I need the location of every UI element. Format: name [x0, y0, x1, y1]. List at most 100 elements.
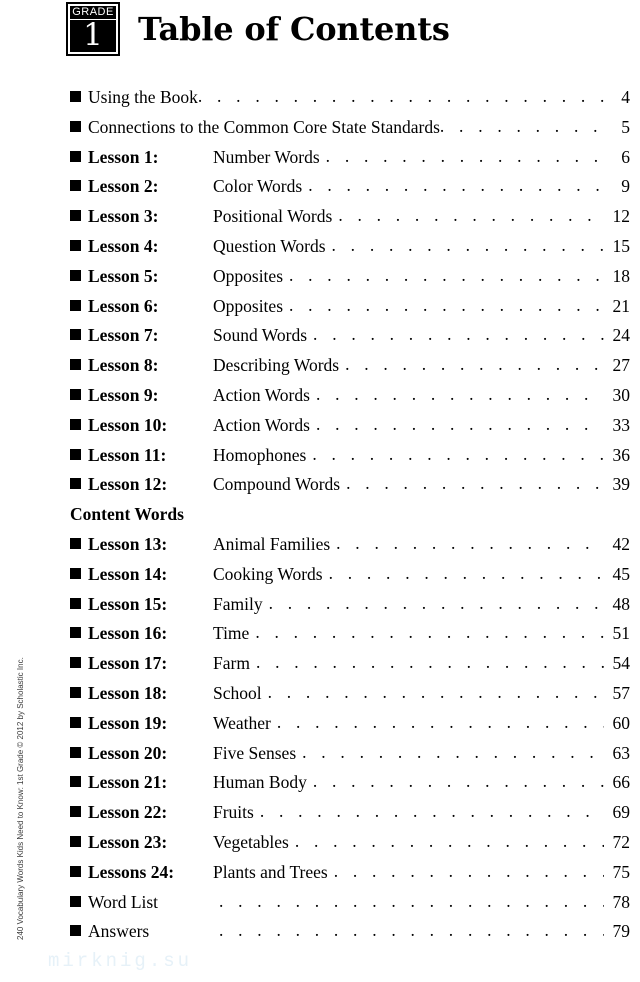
- dot-leader: . . . . . . . . . . . . . . . . . . . . …: [338, 205, 604, 226]
- toc-entry-title: Action Words: [213, 384, 310, 405]
- dot-leader: . . . . . . . . . . . . . . . . . . . . …: [219, 890, 604, 911]
- dot-leader: . . . . . . . . . . . . . . . . . . . . …: [255, 652, 604, 673]
- toc-page-number: 27: [612, 355, 631, 376]
- toc-entry-title: Question Words: [213, 235, 326, 256]
- toc-entry-label: Lesson 3:: [88, 206, 159, 227]
- toc-section-heading[interactable]: Content Words: [0, 503, 640, 533]
- toc-row[interactable]: Lesson 21: Human Body. . . . . . . . . . …: [0, 771, 640, 801]
- toc-entry-title: Animal Families: [213, 533, 331, 554]
- square-bullet-icon: [70, 925, 81, 937]
- toc-entry-title: Weather: [213, 712, 271, 733]
- toc-page-number: 79: [612, 921, 631, 942]
- dot-leader: . . . . . . . . . . . . . . . . . . . . …: [259, 801, 604, 822]
- grade-number: 1: [83, 17, 103, 53]
- watermark: mirknig.su: [48, 950, 193, 972]
- toc-row[interactable]: Lesson 19: Weather. . . . . . . . . . . .…: [0, 712, 640, 742]
- toc-entry-label: Lesson 23:: [88, 831, 168, 852]
- toc-entry-label: Word List: [88, 891, 159, 912]
- toc-page-number: 54: [612, 653, 631, 674]
- toc-row[interactable]: Lesson 6: Opposites . . . . . . . . . . . …: [0, 295, 640, 325]
- toc-entry-label: Lesson 4:: [88, 235, 159, 256]
- toc-entry-title: Five Senses: [213, 742, 297, 763]
- toc-row[interactable]: Lesson 4: Question Words. . . . . . . . .…: [0, 235, 640, 265]
- dot-leader: . . . . . . . . . . . . . . . . . . . . …: [336, 532, 604, 553]
- square-bullet-icon: [70, 627, 81, 639]
- square-bullet-icon: [70, 806, 81, 818]
- toc-page-number: 33: [612, 414, 631, 435]
- dot-leader: . . . . . . . . . . . . . . . . . . . . …: [289, 264, 604, 285]
- square-bullet-icon: [70, 120, 81, 132]
- toc-page-number: 24: [612, 325, 631, 346]
- toc-entry-label: Lesson 17:: [88, 653, 168, 674]
- toc-row[interactable]: Lesson 17: Farm. . . . . . . . . . . . . …: [0, 652, 640, 682]
- toc-page-number: 57: [612, 682, 631, 703]
- toc-page-number: 78: [612, 891, 631, 912]
- dot-leader: . . . . . . . . . . . . . . . . . . . . …: [197, 86, 604, 106]
- toc-row[interactable]: Answers . . . . . . . . . . . . . . . . .…: [0, 920, 640, 950]
- toc-entry-title: Homophones: [213, 444, 307, 465]
- toc-page-number: 39: [612, 474, 631, 495]
- page-title: Table of Contents: [138, 10, 450, 48]
- square-bullet-icon: [70, 239, 81, 251]
- grade-badge-inner: GRADE 1: [68, 4, 118, 54]
- toc-row[interactable]: Lesson 10: Action Words. . . . . . . . . …: [0, 414, 640, 444]
- toc-row[interactable]: Lesson 13: Animal Families. . . . . . . .…: [0, 533, 640, 563]
- toc-entry-label: Lesson 18:: [88, 682, 168, 703]
- toc-row[interactable]: Connections to the Common Core State Sta…: [0, 116, 640, 146]
- toc-entry-title: Describing Words: [213, 355, 340, 376]
- toc-entry-label: Lesson 20:: [88, 742, 168, 763]
- toc-row[interactable]: Lesson 20: Five Senses. . . . . . . . . .…: [0, 742, 640, 772]
- toc-entry-title: Fruits: [213, 802, 254, 823]
- toc-entry-title: Family: [213, 593, 263, 614]
- toc-row[interactable]: Using the Book. . . . . . . . . . . . . …: [0, 86, 640, 116]
- toc-entry-title: Plants and Trees: [213, 861, 328, 882]
- toc-page-number: 51: [612, 623, 631, 644]
- toc-entry-label: Lesson 12:: [88, 474, 168, 495]
- toc-row[interactable]: Lesson 1: Number Words. . . . . . . . . .…: [0, 146, 640, 176]
- toc-row[interactable]: Lesson 16: Time. . . . . . . . . . . . . …: [0, 622, 640, 652]
- square-bullet-icon: [70, 388, 81, 400]
- toc-row[interactable]: Lesson 5: Opposites . . . . . . . . . . . …: [0, 265, 640, 295]
- toc-page-number: 6: [621, 146, 630, 167]
- toc-page-number: 42: [612, 533, 631, 554]
- toc-page-number: 45: [612, 563, 631, 584]
- square-bullet-icon: [70, 657, 81, 669]
- toc-row[interactable]: Lesson 7: Sound Words. . . . . . . . . . …: [0, 324, 640, 354]
- square-bullet-icon: [70, 91, 81, 102]
- toc-row[interactable]: Lesson 8: Describing Words. . . . . . . .…: [0, 354, 640, 384]
- toc-entry-title: Time: [213, 623, 250, 644]
- toc-row[interactable]: Lesson 14: Cooking Words. . . . . . . . .…: [0, 563, 640, 593]
- toc-entry-label: Answers: [88, 921, 150, 942]
- toc-row[interactable]: Lesson 3: Positional Words. . . . . . . .…: [0, 205, 640, 235]
- toc-entry-label: Lesson 22:: [88, 802, 168, 823]
- dot-leader: . . . . . . . . . . . . . . . . . . . . …: [255, 622, 604, 643]
- toc-entry-title: Number Words: [213, 146, 320, 167]
- square-bullet-icon: [70, 448, 81, 460]
- dot-leader: . . . . . . . . . . . . . . . . . . . . …: [219, 920, 604, 941]
- dot-leader: . . . . . . . . . . . . . . . . . . . . …: [333, 860, 604, 881]
- toc-row[interactable]: Word List . . . . . . . . . . . . . . . .…: [0, 891, 640, 921]
- toc-entry-label: Lesson 15:: [88, 593, 168, 614]
- toc-entry-label: Lesson 10:: [88, 414, 168, 435]
- toc-row[interactable]: Lesson 11: Homophones. . . . . . . . . . …: [0, 444, 640, 474]
- toc-page-number: 4: [621, 87, 630, 107]
- toc-row[interactable]: Lesson 15: Family. . . . . . . . . . . . …: [0, 593, 640, 623]
- toc-row[interactable]: Lesson 12: Compound Words. . . . . . . . …: [0, 473, 640, 503]
- toc-entry-title: Sound Words: [213, 325, 308, 346]
- square-bullet-icon: [70, 418, 81, 430]
- toc-entry-label: Lesson 7:: [88, 325, 159, 346]
- square-bullet-icon: [70, 329, 81, 341]
- toc-row[interactable]: Lesson 2: Color Words. . . . . . . . . . …: [0, 175, 640, 205]
- square-bullet-icon: [70, 299, 81, 311]
- toc-row[interactable]: Lesson 22: Fruits. . . . . . . . . . . . …: [0, 801, 640, 831]
- toc-page-number: 60: [612, 712, 631, 733]
- square-bullet-icon: [70, 686, 81, 698]
- toc-entry-label: Lesson 6:: [88, 295, 159, 316]
- toc-row[interactable]: Lesson 23: Vegetables. . . . . . . . . . …: [0, 831, 640, 861]
- dot-leader: . . . . . . . . . . . . . . . . . . . . …: [313, 324, 604, 345]
- toc-row[interactable]: Lessons 24: Plants and Trees. . . . . . .…: [0, 861, 640, 891]
- toc-row[interactable]: Lesson 9: Action Words. . . . . . . . . .…: [0, 384, 640, 414]
- toc-row[interactable]: Lesson 18: School. . . . . . . . . . . . …: [0, 682, 640, 712]
- dot-leader: . . . . . . . . . . . . . . . . . . . . …: [325, 145, 604, 166]
- page-header: GRADE 1 Table of Contents: [0, 0, 640, 72]
